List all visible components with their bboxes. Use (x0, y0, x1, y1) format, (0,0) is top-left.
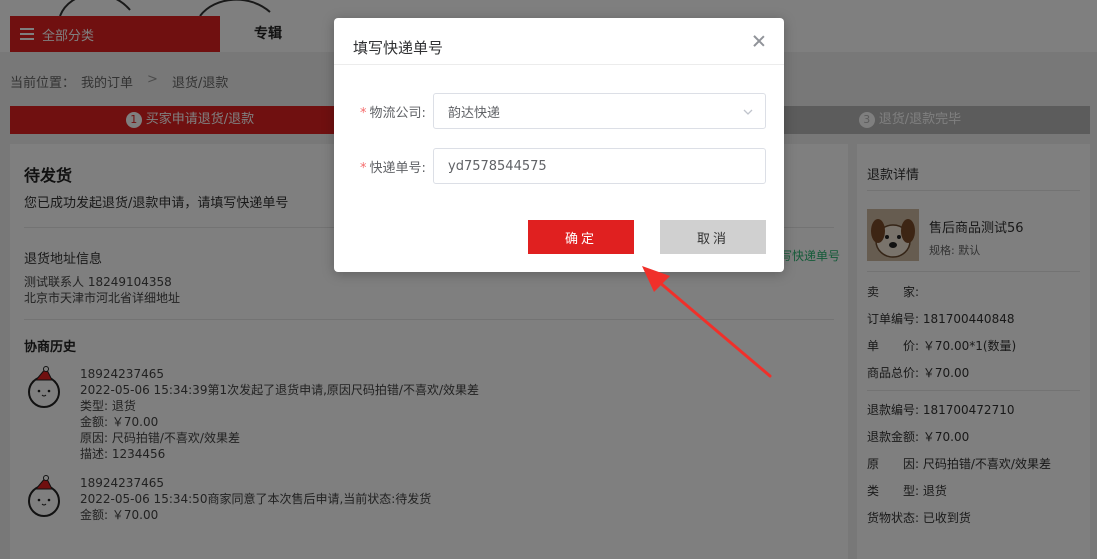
logistics-company-value: 韵达快递 (448, 105, 501, 121)
logistics-company-row: * 物流公司: 韵达快递 (334, 93, 784, 129)
dialog-title: 填写快递单号 (353, 39, 444, 57)
logistics-company-label-text: 物流公司: (369, 106, 426, 121)
tracking-number-label: * 快递单号: (360, 157, 426, 176)
red-annotation-arrow-icon (642, 266, 772, 378)
logistics-company-select[interactable]: 韵达快递 (433, 93, 766, 129)
chevron-down-icon (743, 109, 753, 115)
required-asterisk: * (360, 106, 367, 121)
required-asterisk: * (360, 161, 367, 176)
tracking-number-dialog: 填写快递单号 *物流公司: 韵达快递 *快递单号: 确定 取消 (334, 18, 784, 272)
cancel-button[interactable]: 取消 (660, 220, 766, 254)
tracking-number-label-text: 快递单号: (369, 161, 426, 176)
tracking-number-row: * 快递单号: (334, 148, 784, 184)
confirm-button[interactable]: 确定 (528, 220, 634, 254)
close-icon[interactable] (752, 34, 766, 48)
tracking-number-input[interactable] (433, 148, 766, 184)
logistics-company-label: * 物流公司: (360, 102, 426, 121)
dialog-header: 填写快递单号 (334, 18, 784, 65)
